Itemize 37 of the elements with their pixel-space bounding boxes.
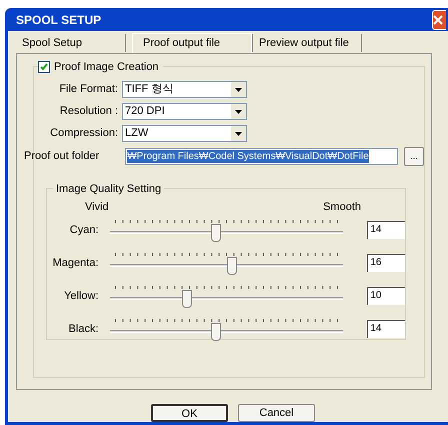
field-label: Compression: bbox=[49, 126, 118, 142]
checkbox-label: Proof Image Creation bbox=[54, 60, 159, 75]
slider-label: Cyan: bbox=[68, 222, 99, 238]
slider[interactable] bbox=[110, 286, 344, 306]
group-title: Image Quality Setting bbox=[53, 181, 164, 198]
slider-label: Black: bbox=[68, 322, 99, 337]
slider-thumb[interactable] bbox=[227, 256, 238, 274]
folder-field[interactable]: ₩Program Files₩Codel Systems₩VisualDot₩DotFile bbox=[125, 148, 398, 165]
dropdown[interactable]: TIFF 형식 bbox=[122, 81, 247, 98]
scale-label: Smooth bbox=[323, 200, 361, 215]
window-title: SPOOL SETUP bbox=[16, 12, 102, 28]
value-field[interactable]: 14 bbox=[367, 221, 405, 239]
slider[interactable] bbox=[110, 220, 344, 240]
close-icon[interactable] bbox=[432, 10, 446, 30]
value-field[interactable]: 14 bbox=[367, 320, 405, 338]
dropdown[interactable]: 720 DPI bbox=[122, 103, 247, 120]
checkbox[interactable] bbox=[38, 61, 50, 74]
field-label: Resolution : bbox=[58, 104, 118, 120]
value-field[interactable]: 10 bbox=[367, 287, 405, 305]
tab[interactable]: Proof output file bbox=[132, 33, 252, 53]
scale-label: Vivid bbox=[85, 200, 109, 215]
tab[interactable]: Spool Setup bbox=[16, 34, 126, 52]
slider-label: Magenta: bbox=[52, 256, 99, 271]
slider-thumb[interactable] bbox=[182, 290, 192, 308]
slider[interactable] bbox=[110, 318, 344, 340]
ok-button[interactable]: OK bbox=[151, 404, 228, 422]
browse-button[interactable]: ... bbox=[404, 147, 424, 166]
slider-thumb[interactable] bbox=[211, 322, 222, 340]
field-label: Proof out folder bbox=[24, 149, 100, 164]
dropdown[interactable]: LZW bbox=[122, 125, 247, 142]
cancel-button[interactable]: Cancel bbox=[238, 404, 315, 422]
slider-label: Yellow: bbox=[63, 288, 99, 304]
field-label: File Format: bbox=[58, 82, 118, 98]
slider[interactable] bbox=[110, 252, 344, 274]
tab[interactable]: Preview output file bbox=[252, 34, 362, 52]
value-field[interactable]: 16 bbox=[367, 254, 405, 272]
slider-thumb[interactable] bbox=[211, 224, 222, 242]
